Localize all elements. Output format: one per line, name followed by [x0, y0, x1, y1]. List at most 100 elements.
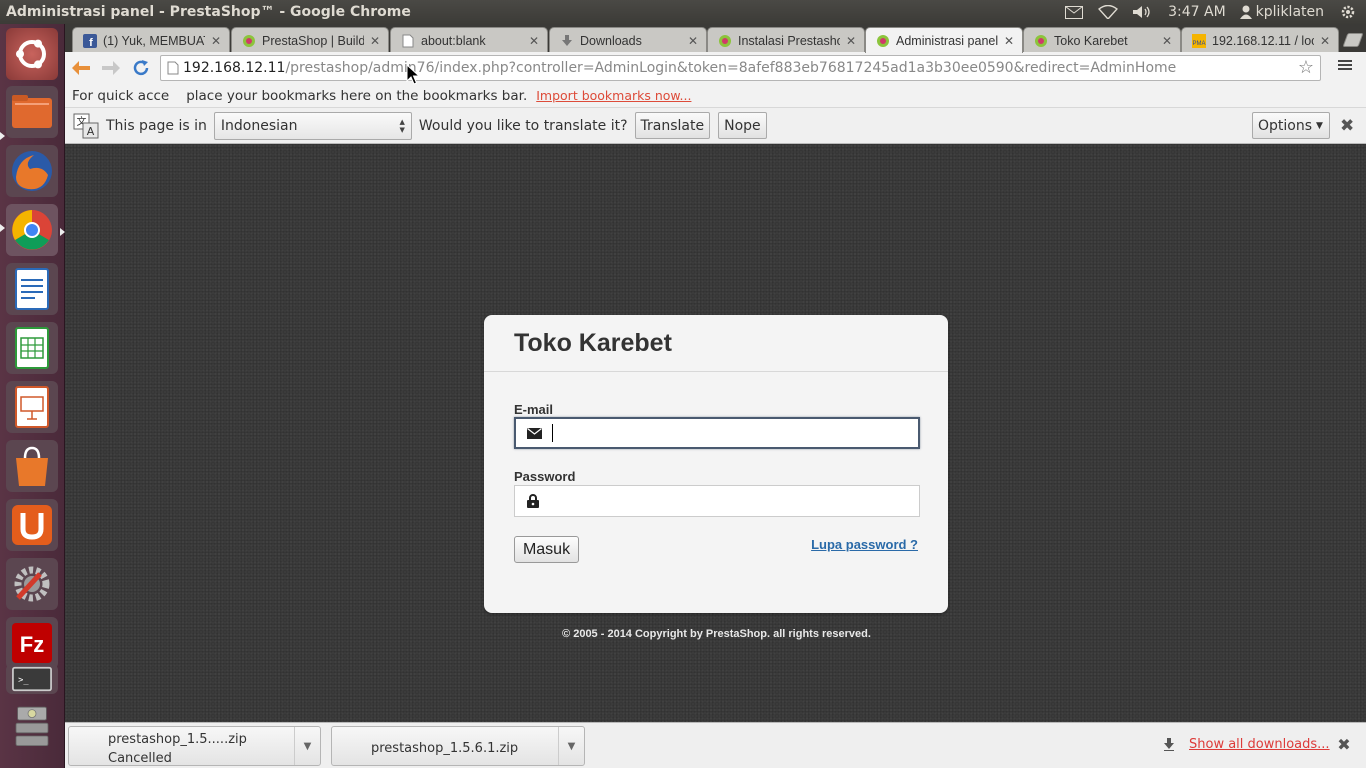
- options-label: Options: [1258, 117, 1313, 134]
- page-icon: [401, 34, 415, 48]
- svg-text:A: A: [87, 125, 95, 138]
- password-input[interactable]: [551, 488, 919, 514]
- nope-button[interactable]: Nope: [718, 112, 767, 139]
- new-tab-button[interactable]: [1342, 33, 1364, 47]
- svg-text:PMA: PMA: [1192, 41, 1205, 47]
- close-icon[interactable]: ✕: [1002, 34, 1016, 48]
- email-input[interactable]: [553, 420, 918, 446]
- close-icon[interactable]: ✕: [1160, 34, 1174, 48]
- terminal-icon[interactable]: >_: [6, 664, 58, 694]
- close-icon[interactable]: ✕: [209, 34, 223, 48]
- mouse-cursor-icon: [406, 64, 420, 85]
- tab-title: 192.168.12.11 / loc: [1212, 33, 1314, 48]
- download-status: Cancelled: [108, 751, 172, 766]
- filezilla-icon[interactable]: Fz: [6, 617, 58, 669]
- forgot-password-link[interactable]: Lupa password ?: [811, 537, 918, 552]
- password-label: Password: [514, 469, 576, 484]
- import-bookmarks-link[interactable]: Import bookmarks now...: [536, 88, 691, 103]
- download-item[interactable]: prestashop_1.5.....zip Cancelled ▼: [68, 726, 321, 766]
- firefox-icon[interactable]: [6, 145, 58, 197]
- disk-icon[interactable]: [6, 698, 58, 758]
- tab-title: about:blank: [421, 33, 486, 48]
- tab-facebook[interactable]: f (1) Yuk, MEMBUAT ✕: [72, 27, 230, 53]
- copyright-notice: © 2005 - 2014 Copyright by PrestaShop. a…: [562, 628, 871, 640]
- system-settings-icon[interactable]: [6, 558, 58, 610]
- calc-icon[interactable]: [6, 322, 58, 374]
- email-label: E-mail: [514, 402, 554, 417]
- svg-text:f: f: [89, 37, 93, 48]
- ubuntu-one-icon[interactable]: [6, 499, 58, 551]
- download-shelf: prestashop_1.5.....zip Cancelled ▼ prest…: [65, 722, 1366, 768]
- system-tray: 3:47 AM kpliklaten: [1064, 3, 1366, 21]
- panel-divider: [484, 371, 948, 372]
- tab-prestashop-build[interactable]: PrestaShop | Build a ✕: [231, 27, 389, 53]
- tab-toko-karebet[interactable]: Toko Karebet ✕: [1023, 27, 1181, 53]
- translate-button[interactable]: Translate: [634, 112, 711, 139]
- user-icon: [1239, 5, 1252, 19]
- language-value: Indonesian: [220, 117, 298, 134]
- clock[interactable]: 3:47 AM: [1168, 4, 1226, 20]
- chevron-down-icon: ▼: [1316, 120, 1323, 131]
- tab-about-blank[interactable]: about:blank ✕: [390, 27, 548, 53]
- chevron-down-icon[interactable]: ▼: [294, 727, 320, 765]
- download-icon: [1163, 738, 1175, 751]
- impress-icon[interactable]: [6, 381, 58, 433]
- chevron-down-icon[interactable]: ▼: [558, 727, 584, 765]
- bookmark-star-icon[interactable]: ☆: [1298, 59, 1314, 77]
- translate-question: Would you like to translate it?: [418, 117, 628, 134]
- download-item[interactable]: prestashop_1.5.6.1.zip ▼: [331, 726, 585, 766]
- options-button[interactable]: Options ▼: [1252, 112, 1330, 139]
- tab-title: Instalasi Prestashop: [738, 33, 840, 48]
- tab-title: PrestaShop | Build a: [262, 33, 364, 48]
- forward-arrow-icon: [102, 61, 120, 75]
- chrome-icon[interactable]: [6, 204, 58, 256]
- launcher: Fz >_: [0, 24, 65, 768]
- close-icon[interactable]: ✕: [368, 34, 382, 48]
- download-icon: [560, 34, 574, 48]
- prestashop-icon: [1034, 34, 1048, 48]
- prestashop-icon: [876, 34, 890, 48]
- tab-title: Administrasi panel -: [896, 33, 998, 48]
- tab-instalasi-prestashop[interactable]: Instalasi Prestashop ✕: [707, 27, 865, 53]
- user-menu[interactable]: kpliklaten: [1239, 4, 1324, 20]
- close-icon[interactable]: ✕: [844, 34, 858, 48]
- login-button[interactable]: Masuk: [514, 536, 579, 563]
- tab-downloads[interactable]: Downloads ✕: [549, 27, 707, 53]
- gear-icon[interactable]: [1338, 3, 1358, 21]
- close-icon[interactable]: ✕: [527, 34, 541, 48]
- close-icon[interactable]: ✖: [1340, 116, 1354, 136]
- bookmarks-hint-end: place your bookmarks here on the bookmar…: [186, 87, 528, 104]
- forward-button[interactable]: [97, 54, 125, 82]
- lock-icon: [515, 494, 551, 508]
- close-icon[interactable]: ✕: [686, 34, 700, 48]
- password-field[interactable]: [514, 485, 920, 517]
- wifi-icon[interactable]: [1098, 3, 1119, 21]
- translate-infobar: 文A This page is in Indonesian ▲ ▼ Would y…: [65, 108, 1366, 144]
- writer-icon[interactable]: [6, 263, 58, 315]
- url-host: 192.168.12.11: [183, 60, 286, 76]
- bookmarks-hint-start: For quick acce: [72, 87, 170, 104]
- mail-icon[interactable]: [1064, 3, 1084, 21]
- ubuntu-dash-icon[interactable]: [6, 28, 58, 80]
- tab-phpmyadmin[interactable]: PMA 192.168.12.11 / loc ✕: [1181, 27, 1339, 53]
- download-name: prestashop_1.5.6.1.zip: [371, 741, 519, 756]
- top-panel: Administrasi panel - PrestaShop™ - Googl…: [0, 0, 1366, 24]
- tab-strip: f (1) Yuk, MEMBUAT ✕ PrestaShop | Build …: [65, 24, 1366, 53]
- show-all-downloads-link[interactable]: Show all downloads...: [1189, 737, 1330, 752]
- files-icon[interactable]: [6, 86, 58, 138]
- tab-title: (1) Yuk, MEMBUAT: [103, 33, 205, 48]
- tab-administrasi-panel[interactable]: Administrasi panel - ✕: [865, 27, 1023, 53]
- language-select[interactable]: Indonesian ▲ ▼: [213, 111, 412, 140]
- email-field[interactable]: [514, 417, 920, 449]
- reload-button[interactable]: [127, 54, 155, 82]
- download-name: prestashop_1.5.....zip: [108, 732, 247, 747]
- volume-icon[interactable]: [1132, 3, 1152, 21]
- back-button[interactable]: [67, 54, 95, 82]
- address-bar[interactable]: 192.168.12.11/prestashop/admin76/index.p…: [160, 55, 1321, 81]
- close-icon[interactable]: ✖: [1335, 735, 1353, 754]
- close-icon[interactable]: ✕: [1318, 34, 1332, 48]
- software-center-icon[interactable]: [6, 440, 58, 492]
- reload-icon: [133, 60, 149, 76]
- menu-button[interactable]: [1338, 58, 1358, 78]
- tab-title: Toko Karebet: [1054, 33, 1128, 48]
